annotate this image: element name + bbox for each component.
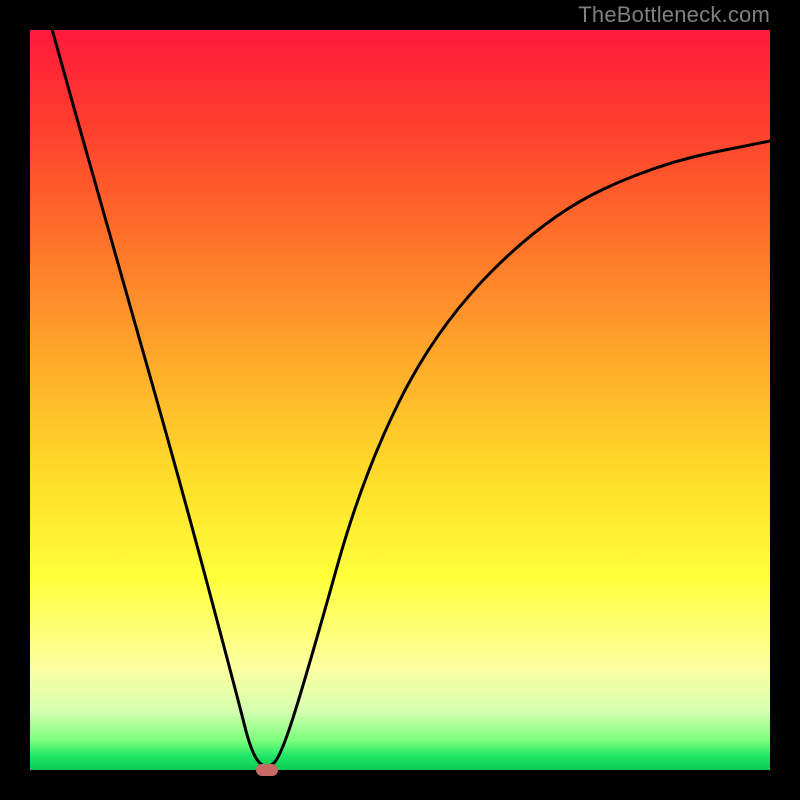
optimum-marker	[256, 764, 278, 776]
plot-area	[30, 30, 770, 770]
curve-svg	[30, 30, 770, 770]
chart-frame: TheBottleneck.com	[0, 0, 800, 800]
watermark-text: TheBottleneck.com	[578, 2, 770, 28]
bottleneck-curve	[52, 30, 770, 766]
